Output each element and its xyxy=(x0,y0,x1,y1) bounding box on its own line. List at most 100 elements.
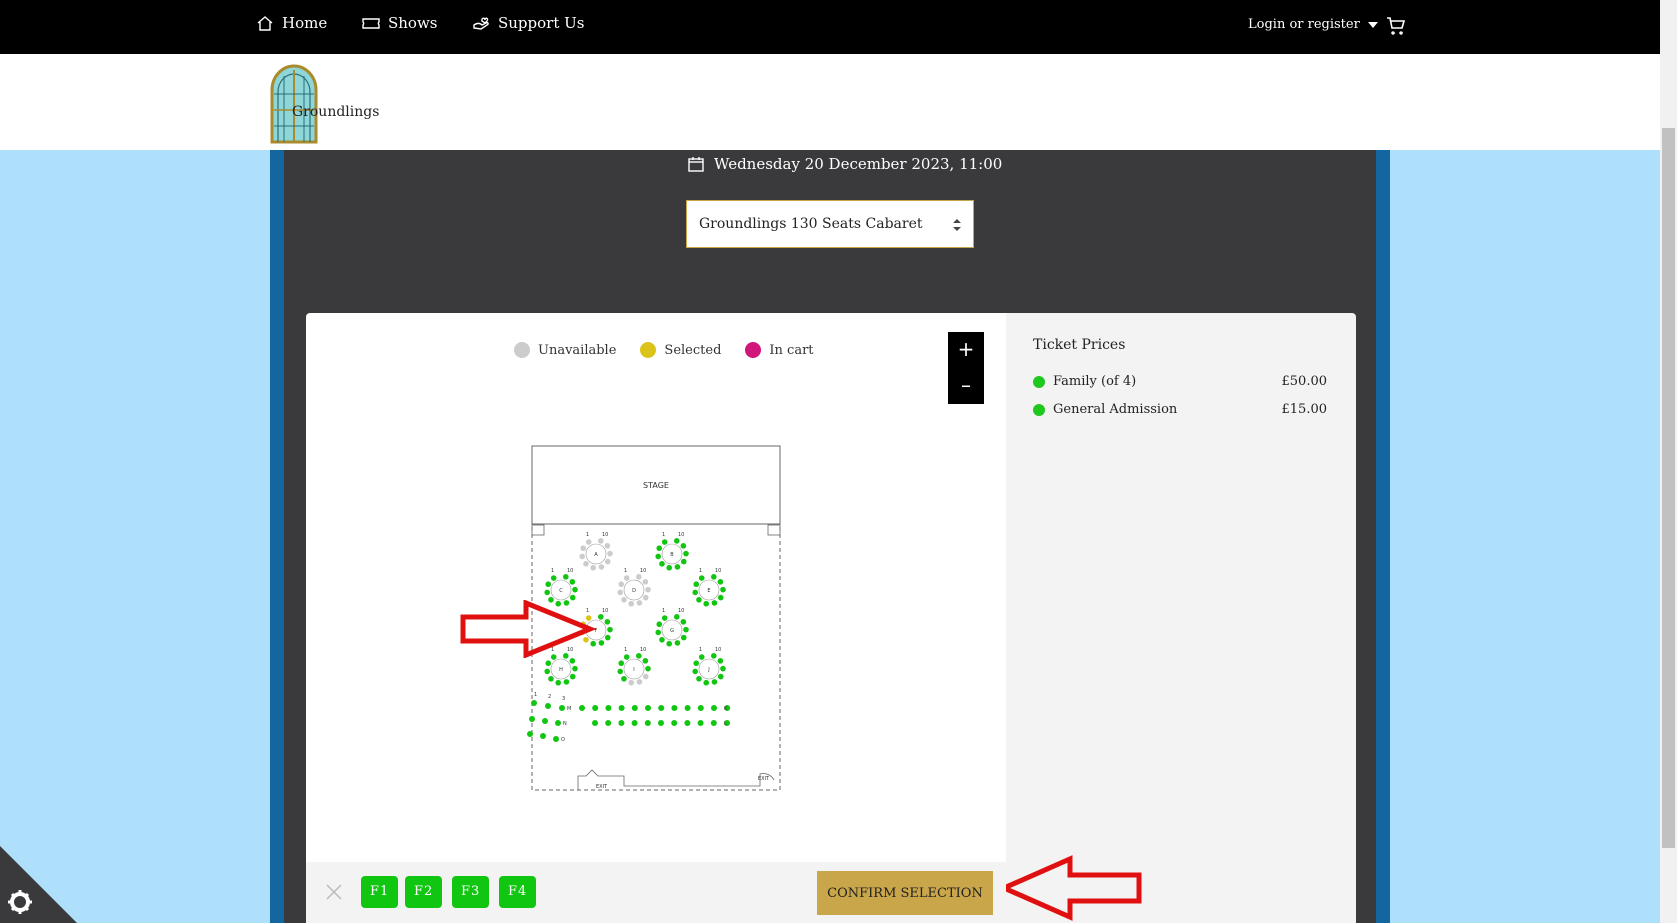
seat[interactable] xyxy=(659,560,665,567)
seat[interactable] xyxy=(583,560,589,567)
zoom-in-button[interactable]: + xyxy=(948,332,984,368)
seat[interactable] xyxy=(555,679,562,686)
seat[interactable] xyxy=(618,705,625,711)
seat[interactable] xyxy=(717,658,724,664)
seat[interactable] xyxy=(559,705,565,711)
seat[interactable] xyxy=(642,673,649,680)
seat[interactable] xyxy=(621,675,627,682)
venue-select[interactable]: Groundlings 130 Seats Cabaret xyxy=(686,200,974,248)
nav-shows[interactable]: Shows xyxy=(362,14,438,32)
seat[interactable] xyxy=(659,636,665,643)
seat[interactable] xyxy=(674,538,680,544)
seat[interactable] xyxy=(703,600,710,607)
seat[interactable] xyxy=(621,596,627,603)
seat[interactable] xyxy=(598,640,605,646)
seat[interactable] xyxy=(636,679,643,685)
seat[interactable] xyxy=(604,634,611,641)
seat[interactable] xyxy=(680,619,687,625)
seat[interactable] xyxy=(696,596,702,603)
seat[interactable] xyxy=(604,619,611,625)
nav-support[interactable]: Support Us xyxy=(472,14,584,32)
selected-seat-chip[interactable]: F4 xyxy=(499,876,537,908)
seat[interactable] xyxy=(604,558,611,565)
clear-selection-icon[interactable] xyxy=(324,882,344,902)
seat[interactable] xyxy=(618,660,625,667)
seat[interactable] xyxy=(545,660,552,667)
seat[interactable] xyxy=(642,579,649,585)
seat[interactable] xyxy=(548,675,554,682)
seat[interactable] xyxy=(553,736,559,742)
seat[interactable] xyxy=(579,705,585,711)
seat[interactable] xyxy=(642,594,649,601)
seat[interactable] xyxy=(710,720,717,726)
seat[interactable] xyxy=(569,673,576,680)
seat[interactable] xyxy=(683,550,689,557)
seat[interactable] xyxy=(674,640,681,646)
seat[interactable] xyxy=(572,586,578,593)
seat[interactable] xyxy=(698,654,705,660)
seat[interactable] xyxy=(579,553,586,560)
seat[interactable] xyxy=(605,705,612,711)
seat[interactable] xyxy=(656,621,663,628)
seat[interactable] xyxy=(697,720,704,726)
seat[interactable] xyxy=(628,600,635,607)
seat[interactable] xyxy=(605,720,612,726)
seat[interactable] xyxy=(569,579,576,585)
seat[interactable] xyxy=(692,668,699,675)
seat[interactable] xyxy=(628,679,635,686)
seat[interactable] xyxy=(684,705,691,711)
seat[interactable] xyxy=(590,564,597,571)
seat[interactable] xyxy=(563,574,569,580)
seat[interactable] xyxy=(618,720,625,726)
seat[interactable] xyxy=(680,634,687,641)
confirm-selection-button[interactable]: CONFIRM SELECTION xyxy=(817,871,993,915)
seat[interactable] xyxy=(720,665,726,672)
seat[interactable] xyxy=(658,720,664,726)
seat[interactable] xyxy=(680,558,687,565)
seat[interactable] xyxy=(636,574,642,580)
seat[interactable] xyxy=(658,705,665,711)
seat[interactable] xyxy=(717,594,724,601)
seat[interactable] xyxy=(671,720,678,726)
seat[interactable] xyxy=(683,626,689,633)
selected-seat-chip[interactable]: F1 xyxy=(361,876,399,908)
seat[interactable] xyxy=(618,581,625,588)
seat[interactable] xyxy=(696,675,702,682)
zoom-out-button[interactable]: – xyxy=(948,368,984,404)
seat[interactable] xyxy=(656,545,663,552)
seat[interactable] xyxy=(607,626,613,633)
theatre-logo-icon[interactable] xyxy=(270,62,380,144)
seat[interactable] xyxy=(631,720,638,726)
seat[interactable] xyxy=(529,716,535,722)
seat[interactable] xyxy=(531,700,537,706)
seat[interactable] xyxy=(527,731,533,737)
seat[interactable] xyxy=(711,600,718,606)
seat[interactable] xyxy=(555,720,561,726)
seat[interactable] xyxy=(645,705,651,711)
seat[interactable] xyxy=(655,553,662,560)
seat[interactable] xyxy=(661,539,668,545)
seat[interactable] xyxy=(631,705,638,711)
seat[interactable] xyxy=(717,673,724,680)
seat[interactable] xyxy=(636,600,643,606)
seat[interactable] xyxy=(693,581,700,588)
seat[interactable] xyxy=(540,733,546,739)
seat[interactable] xyxy=(585,539,592,545)
seat[interactable] xyxy=(644,720,651,726)
seat[interactable] xyxy=(693,660,700,667)
login-register-dropdown[interactable]: Login or register xyxy=(1248,17,1378,32)
seat[interactable] xyxy=(711,679,718,685)
seat[interactable] xyxy=(642,658,649,664)
seat[interactable] xyxy=(598,538,604,544)
seat[interactable] xyxy=(623,654,630,660)
seat[interactable] xyxy=(636,653,642,659)
seat[interactable] xyxy=(607,550,613,557)
cart-button[interactable] xyxy=(1386,15,1406,39)
selected-seat-chip[interactable]: F2 xyxy=(405,876,443,908)
seat[interactable] xyxy=(666,564,673,571)
seat[interactable] xyxy=(655,629,662,636)
seat[interactable] xyxy=(692,589,699,596)
seat[interactable] xyxy=(572,665,578,672)
seat[interactable] xyxy=(569,658,576,664)
scrollbar-thumb[interactable] xyxy=(1662,128,1675,848)
